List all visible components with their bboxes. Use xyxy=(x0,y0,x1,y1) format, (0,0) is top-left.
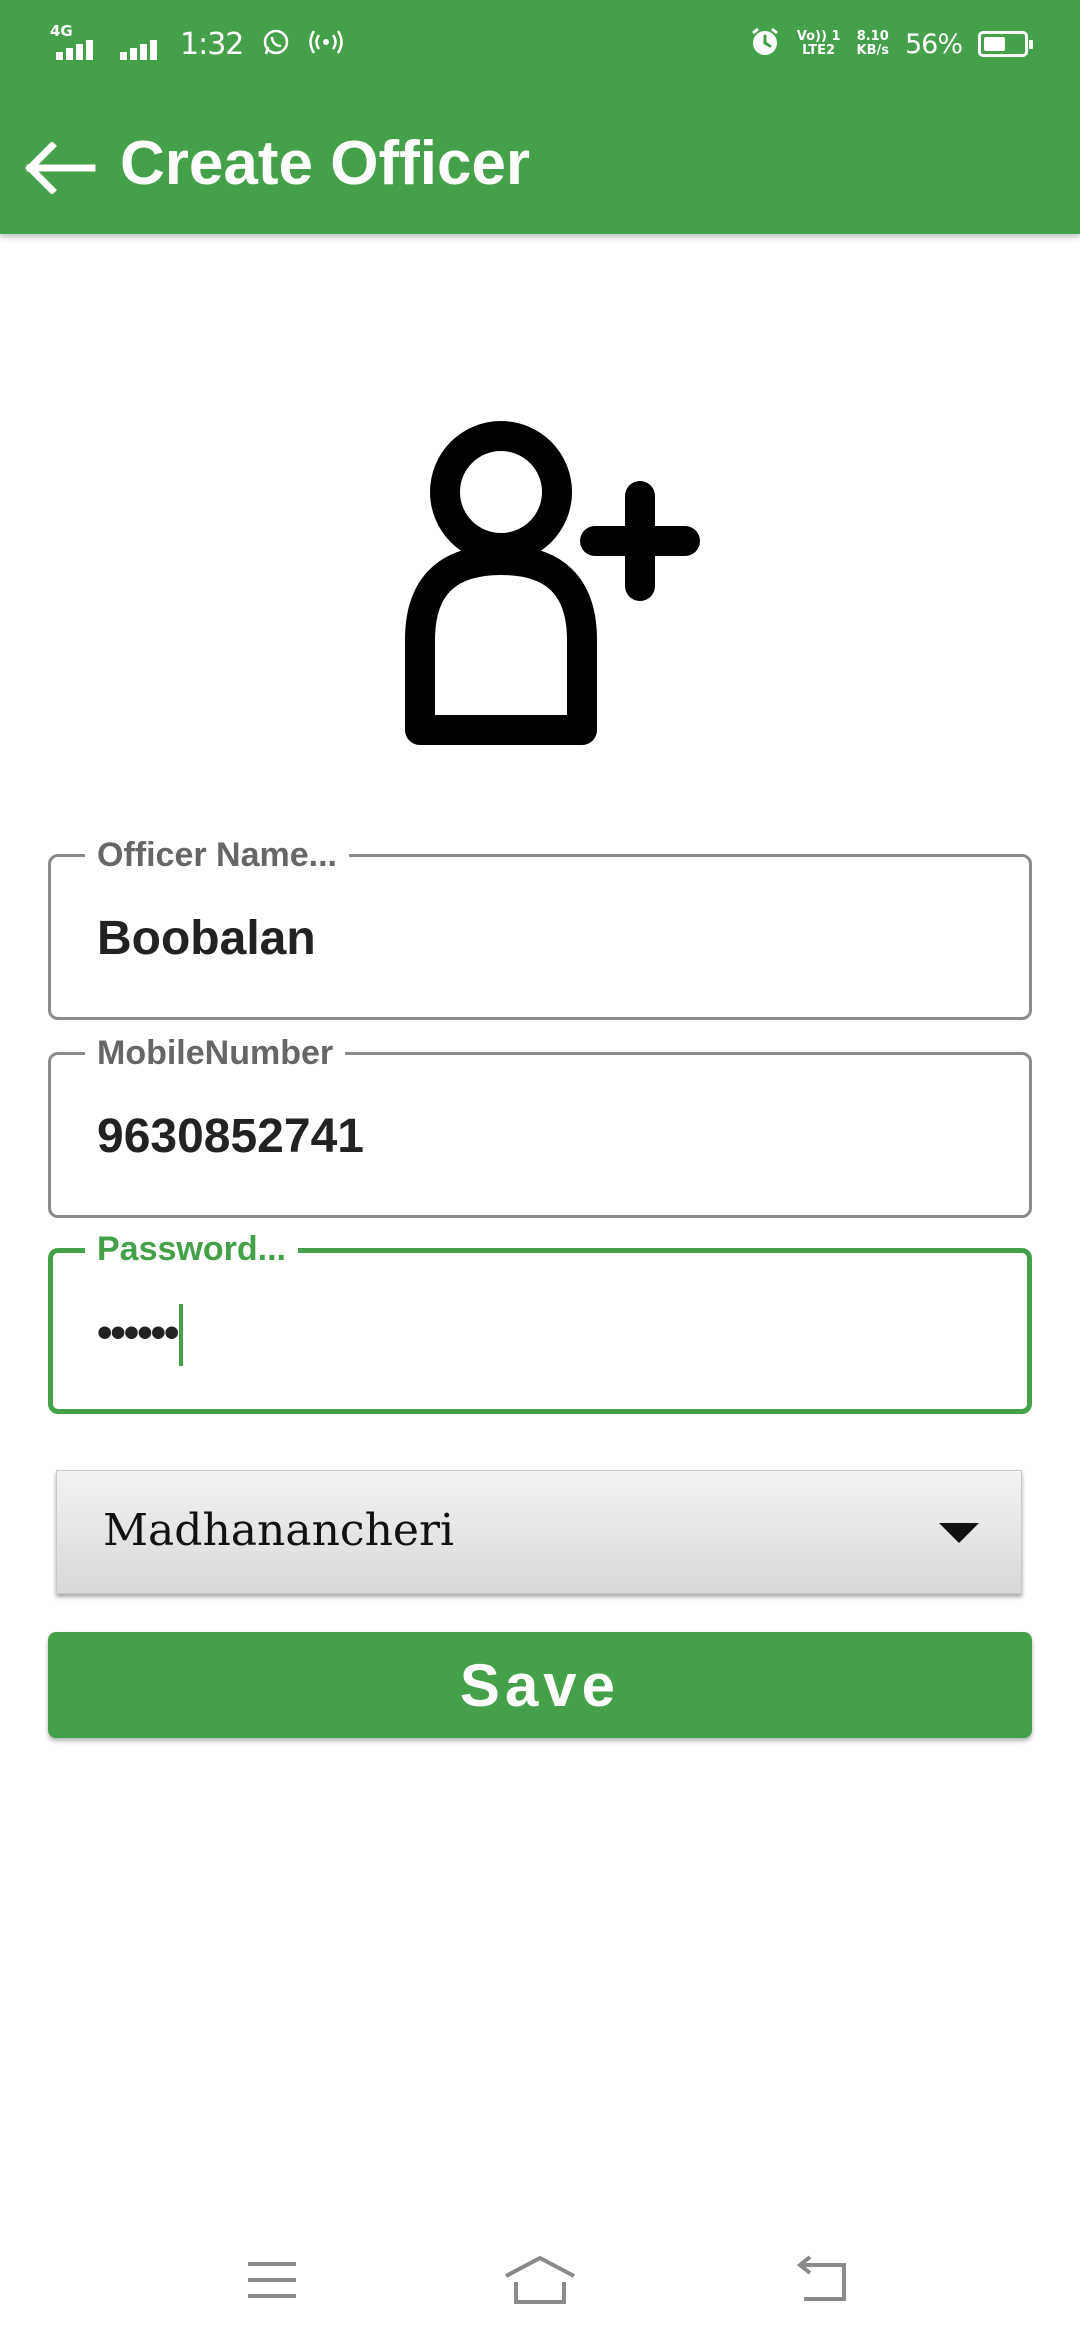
network-speed: 8.10 KB/s xyxy=(857,30,889,58)
top-bar: 4G 1:32 Vo)) 1 LTE2 8.10 KB/s 56% Create… xyxy=(0,0,1080,234)
page-title: Create Officer xyxy=(120,129,531,198)
whatsapp-icon xyxy=(261,27,291,61)
arrow-left-icon xyxy=(25,142,96,194)
battery-percent: 56% xyxy=(904,28,963,60)
save-button[interactable]: Save xyxy=(48,1632,1032,1738)
system-nav-bar xyxy=(0,2220,1080,2340)
status-right: Vo)) 1 LTE2 8.10 KB/s 56% xyxy=(749,22,1033,66)
volte-label: Vo)) 1 xyxy=(796,29,841,44)
officer-name-input[interactable]: Boobalan xyxy=(97,909,977,969)
mobile-number-input[interactable]: 9630852741 xyxy=(97,1107,977,1167)
back-button[interactable] xyxy=(22,138,98,198)
nav-home-button[interactable] xyxy=(490,2248,590,2312)
officer-name-field[interactable]: Officer Name... Boobalan xyxy=(48,835,1032,1020)
officer-name-label: Officer Name... xyxy=(85,835,349,875)
mobile-number-label: MobileNumber xyxy=(85,1033,346,1073)
network-speed-unit: KB/s xyxy=(856,43,889,58)
status-time: 1:32 xyxy=(180,26,244,62)
area-dropdown-value: Madhanancheri xyxy=(103,1505,455,1556)
chevron-down-icon xyxy=(939,1523,979,1543)
back-icon xyxy=(796,2255,846,2301)
mobile-number-field[interactable]: MobileNumber 9630852741 xyxy=(48,1033,1032,1218)
battery-fill xyxy=(984,37,1005,51)
password-input[interactable]: •••••• xyxy=(97,1303,977,1367)
lte-label: LTE2 xyxy=(802,43,836,58)
nav-back-button[interactable] xyxy=(774,2248,874,2312)
password-label: Password... xyxy=(85,1229,298,1269)
signal-strength-4g-icon: 4G xyxy=(48,24,100,64)
network-speed-value: 8.10 xyxy=(856,29,889,44)
area-dropdown[interactable]: Madhanancheri xyxy=(56,1470,1022,1594)
status-bar: 4G 1:32 Vo)) 1 LTE2 8.10 KB/s 56% xyxy=(0,0,1080,86)
app-bar: Create Officer xyxy=(0,120,1080,206)
home-icon xyxy=(505,2256,575,2304)
password-field[interactable]: Password... •••••• xyxy=(48,1229,1032,1414)
status-left: 4G 1:32 xyxy=(48,22,344,66)
signal-strength-icon xyxy=(118,24,162,64)
hotspot-icon xyxy=(309,27,344,61)
volte-indicator: Vo)) 1 LTE2 xyxy=(797,30,841,58)
password-masked-value: •••••• xyxy=(97,1308,179,1357)
menu-icon xyxy=(248,2262,296,2298)
nav-menu-button[interactable] xyxy=(222,2248,322,2312)
text-cursor xyxy=(179,1304,184,1367)
network-type-label: 4G xyxy=(50,22,73,40)
add-user-icon xyxy=(390,420,710,750)
battery-icon xyxy=(978,31,1033,57)
alarm-icon xyxy=(749,26,781,62)
